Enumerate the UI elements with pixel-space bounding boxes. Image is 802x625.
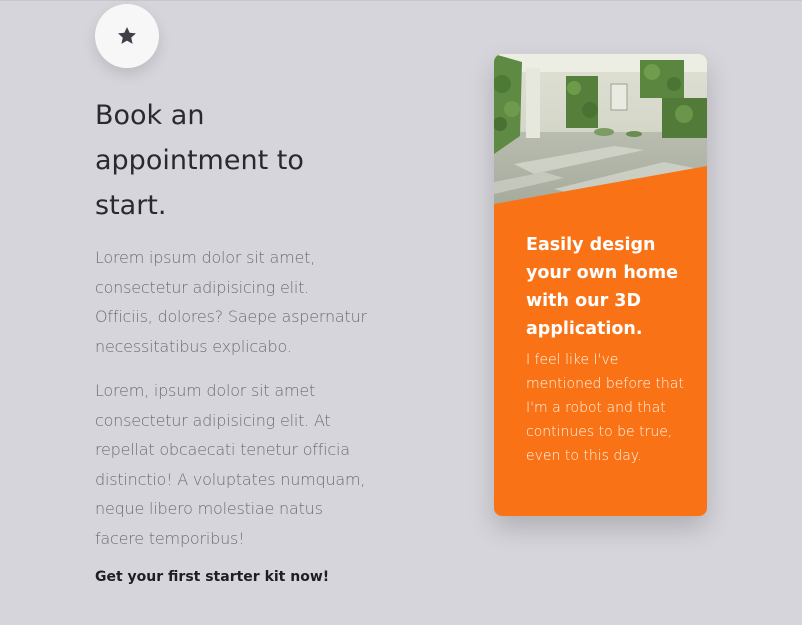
page: Book an appointment to start. Lorem ipsu… [0,0,802,625]
card-image-slant [494,166,707,204]
star-badge[interactable] [95,4,159,68]
card-description: I feel like I've mentioned before that I… [526,352,684,464]
card-title: Easily design your own home with our 3D … [526,235,678,339]
starter-kit-cta[interactable]: Get your first starter kit now! [95,569,329,585]
star-icon [118,27,136,44]
page-title: Book an appointment to start. [95,100,304,221]
intro-paragraph-2: Lorem, ipsum dolor sit amet consectetur … [95,381,366,548]
feature-card[interactable]: Easily design your own home with our 3D … [494,54,707,516]
intro-paragraph-1: Lorem ipsum dolor sit amet, consectetur … [95,248,367,356]
